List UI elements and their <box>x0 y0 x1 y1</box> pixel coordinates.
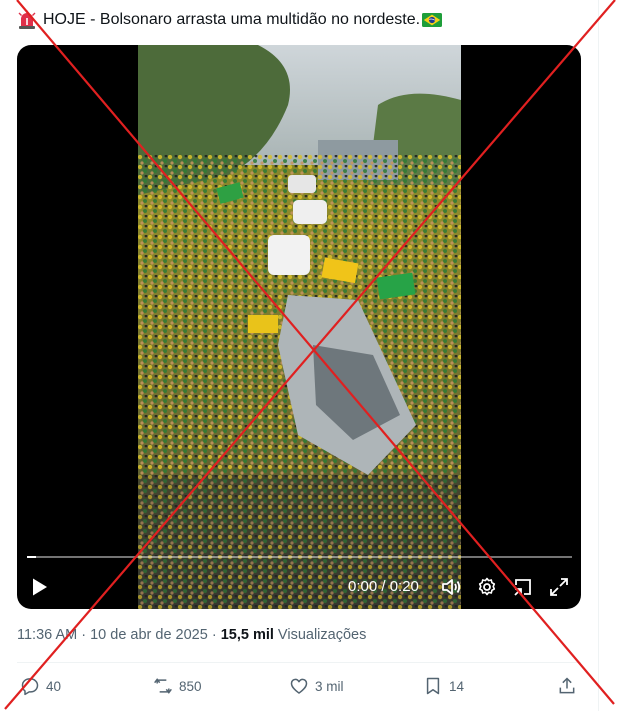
reply-count: 40 <box>46 678 62 694</box>
video-time: 0:00 / 0:20 <box>348 578 419 595</box>
like-count: 3 mil <box>315 678 344 694</box>
share-icon <box>559 677 575 694</box>
tweet-text: HOJE - Bolsonaro arrasta uma multidão no… <box>17 10 443 30</box>
views-label: Visualizações <box>273 627 367 643</box>
share-button[interactable] <box>557 675 583 697</box>
video-progress-fill <box>27 556 36 558</box>
video-progress-bar[interactable] <box>27 556 572 558</box>
dock-player-icon[interactable] <box>512 576 534 598</box>
brazil-flag-icon <box>422 13 443 27</box>
like-button[interactable]: 3 mil <box>289 675 344 697</box>
tweet-meta: 11:36 AM · 10 de abr de 2025 · 15,5 mil … <box>17 627 366 643</box>
repost-icon <box>154 678 172 694</box>
settings-gear-icon[interactable] <box>476 576 498 598</box>
tweet-time[interactable]: 11:36 AM <box>17 627 77 643</box>
reply-button[interactable]: 40 <box>20 675 61 697</box>
meta-separator: · <box>207 627 221 643</box>
tweet-date[interactable]: 10 de abr de 2025 <box>90 627 208 643</box>
volume-icon[interactable] <box>440 576 462 598</box>
meta-separator: · <box>77 627 91 643</box>
divider <box>17 662 581 663</box>
video-frame[interactable] <box>138 45 461 609</box>
heart-icon <box>290 678 308 694</box>
fullscreen-icon[interactable] <box>548 576 570 598</box>
bookmark-icon <box>426 677 440 695</box>
video-player[interactable]: 0:00 / 0:20 <box>17 45 581 609</box>
timeline-border <box>598 0 599 711</box>
siren-icon <box>17 10 37 30</box>
bookmark-button[interactable]: 14 <box>423 675 464 697</box>
reply-icon <box>21 678 39 696</box>
tweet-body-text: HOJE - Bolsonaro arrasta uma multidão no… <box>43 11 421 28</box>
repost-button[interactable]: 850 <box>153 675 202 697</box>
bookmark-count: 14 <box>449 678 465 694</box>
play-icon[interactable] <box>31 577 49 597</box>
views-count: 15,5 mil <box>220 627 274 643</box>
repost-count: 850 <box>179 678 202 694</box>
